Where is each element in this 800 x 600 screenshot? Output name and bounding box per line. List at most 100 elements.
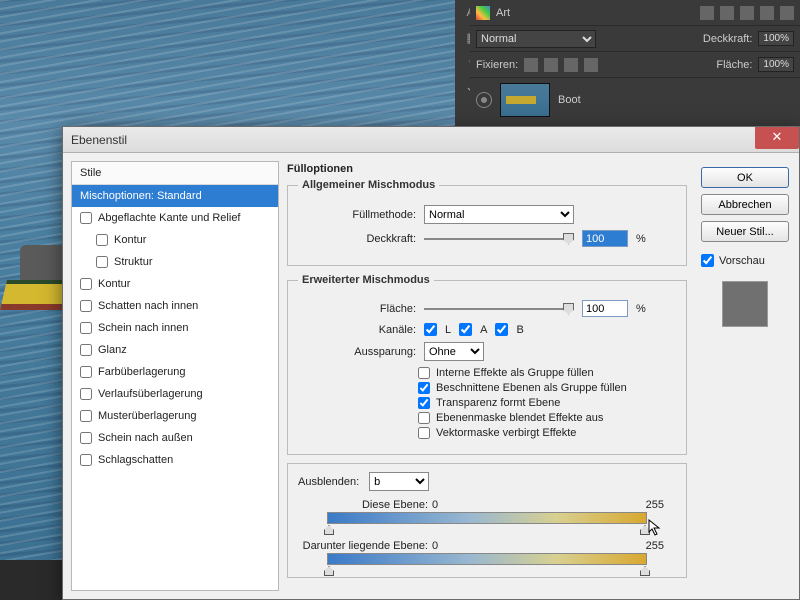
style-item-11[interactable]: Schein nach außen <box>72 427 278 449</box>
styles-list: Stile Mischoptionen: Standard Abgeflachte… <box>71 161 279 591</box>
fill-value[interactable]: 100% <box>758 57 794 72</box>
style-checkbox-5[interactable] <box>80 300 92 312</box>
style-item-9[interactable]: Verlaufsüberlagerung <box>72 383 278 405</box>
style-item-0[interactable]: Mischoptionen: Standard <box>72 185 278 207</box>
style-checkbox-4[interactable] <box>80 278 92 290</box>
style-checkbox-10[interactable] <box>80 410 92 422</box>
adv-opt-row-1: Beschnittene Ebenen als Gruppe füllen <box>418 382 676 394</box>
ok-button[interactable]: OK <box>701 167 789 188</box>
channels-label: Kanäle: <box>298 324 416 336</box>
lock-position-icon[interactable] <box>564 58 578 72</box>
advanced-blend-group: Erweiterter Mischmodus Fläche: % Kanäle:… <box>287 274 687 455</box>
this-layer-gradient[interactable] <box>327 512 647 524</box>
preview-checkbox[interactable] <box>701 254 714 267</box>
under-black-stop[interactable] <box>324 566 334 576</box>
adv-opt-label-3: Ebenenmaske blendet Effekte aus <box>436 412 603 424</box>
adv-opt-checkbox-4[interactable] <box>418 427 430 439</box>
fill-options-title: Fülloptionen <box>287 163 687 175</box>
opacity-slider[interactable] <box>424 238 574 240</box>
blendif-label: Ausblenden: <box>298 476 359 488</box>
under-layer-label: Darunter liegende Ebene: <box>298 540 428 552</box>
close-icon[interactable]: ✕ <box>755 127 799 149</box>
adv-opt-checkbox-3[interactable] <box>418 412 430 424</box>
blend-method-select[interactable]: Normal <box>424 205 574 224</box>
style-item-3[interactable]: Struktur <box>72 251 278 273</box>
panel-icon-3[interactable] <box>740 6 754 20</box>
fill-slider[interactable] <box>424 308 574 310</box>
style-checkbox-3[interactable] <box>96 256 108 268</box>
style-item-10[interactable]: Musterüberlagerung <box>72 405 278 427</box>
general-blend-group: Allgemeiner Mischmodus Füllmethode: Norm… <box>287 179 687 266</box>
style-checkbox-2[interactable] <box>96 234 108 246</box>
style-label-3: Struktur <box>114 256 153 268</box>
opacity-label: Deckkraft: <box>703 33 753 45</box>
panel-icon-5[interactable] <box>780 6 794 20</box>
style-label-8: Farbüberlagerung <box>98 366 185 378</box>
adv-opt-row-0: Interne Effekte als Gruppe füllen <box>418 367 676 379</box>
visibility-eye-icon[interactable] <box>476 92 492 108</box>
options-column: Fülloptionen Allgemeiner Mischmodus Füll… <box>287 153 701 599</box>
style-item-5[interactable]: Schatten nach innen <box>72 295 278 317</box>
channel-l-checkbox[interactable] <box>424 323 437 336</box>
style-checkbox-7[interactable] <box>80 344 92 356</box>
dialog-titlebar[interactable]: Ebenenstil ✕ <box>63 127 799 153</box>
style-checkbox-6[interactable] <box>80 322 92 334</box>
dialog-buttons: OK Abbrechen Neuer Stil... Vorschau <box>701 153 799 599</box>
under-white-stop[interactable] <box>640 566 650 576</box>
lock-transparency-icon[interactable] <box>524 58 538 72</box>
layer-row[interactable]: Boot <box>470 78 800 122</box>
channel-b-checkbox[interactable] <box>495 323 508 336</box>
style-label-2: Kontur <box>114 234 146 246</box>
style-label-7: Glanz <box>98 344 127 356</box>
pct-label-2: % <box>636 303 646 315</box>
adv-opt-label-4: Vektormaske verbirgt Effekte <box>436 427 576 439</box>
style-item-4[interactable]: Kontur <box>72 273 278 295</box>
lock-all-icon[interactable] <box>584 58 598 72</box>
style-label-1: Abgeflachte Kante und Relief <box>98 212 241 224</box>
style-checkbox-9[interactable] <box>80 388 92 400</box>
style-item-2[interactable]: Kontur <box>72 229 278 251</box>
style-item-6[interactable]: Schein nach innen <box>72 317 278 339</box>
fill-label: Fläche: <box>716 59 752 71</box>
style-item-7[interactable]: Glanz <box>72 339 278 361</box>
lock-pixels-icon[interactable] <box>544 58 558 72</box>
cancel-button[interactable]: Abbrechen <box>701 194 789 215</box>
adv-opt-checkbox-1[interactable] <box>418 382 430 394</box>
blendif-channel-select[interactable]: b <box>369 472 429 491</box>
under-layer-gradient[interactable] <box>327 553 647 565</box>
opacity-input[interactable] <box>582 230 628 247</box>
new-style-button[interactable]: Neuer Stil... <box>701 221 789 242</box>
cursor-icon <box>648 519 662 537</box>
this-black-stop[interactable] <box>324 525 334 535</box>
adv-opt-checkbox-2[interactable] <box>418 397 430 409</box>
style-checkbox-8[interactable] <box>80 366 92 378</box>
layer-thumbnail[interactable] <box>500 83 550 117</box>
style-item-1[interactable]: Abgeflachte Kante und Relief <box>72 207 278 229</box>
style-checkbox-12[interactable] <box>80 454 92 466</box>
adv-opt-label-1: Beschnittene Ebenen als Gruppe füllen <box>436 382 627 394</box>
style-label-11: Schein nach außen <box>98 432 193 444</box>
adv-opt-checkbox-0[interactable] <box>418 367 430 379</box>
knockout-select[interactable]: Ohne <box>424 342 484 361</box>
this-white-stop[interactable] <box>640 525 650 535</box>
lock-label: Fixieren: <box>476 59 518 71</box>
style-checkbox-1[interactable] <box>80 212 92 224</box>
blend-mode-select[interactable]: Normal <box>476 30 596 48</box>
channel-a-checkbox[interactable] <box>459 323 472 336</box>
panel-icon-2[interactable] <box>720 6 734 20</box>
opacity-value[interactable]: 100% <box>758 31 794 46</box>
this-low-value: 0 <box>432 499 438 511</box>
panel-icon-4[interactable] <box>760 6 774 20</box>
fill-input[interactable] <box>582 300 628 317</box>
blend-if-group: Ausblenden: b Diese Ebene: 0 255 <box>287 463 687 578</box>
preset-picker-icon[interactable] <box>476 6 490 20</box>
style-label-12: Schlagschatten <box>98 454 173 466</box>
style-item-8[interactable]: Farbüberlagerung <box>72 361 278 383</box>
pct-label: % <box>636 233 646 245</box>
styles-header: Stile <box>72 162 278 185</box>
panel-icon-1[interactable] <box>700 6 714 20</box>
layer-style-dialog: Ebenenstil ✕ Stile Mischoptionen: Standa… <box>62 126 800 600</box>
style-checkbox-11[interactable] <box>80 432 92 444</box>
style-item-12[interactable]: Schlagschatten <box>72 449 278 471</box>
photoshop-options-panel: Art Normal Deckkraft: 100% Fixieren: Flä… <box>470 0 800 130</box>
